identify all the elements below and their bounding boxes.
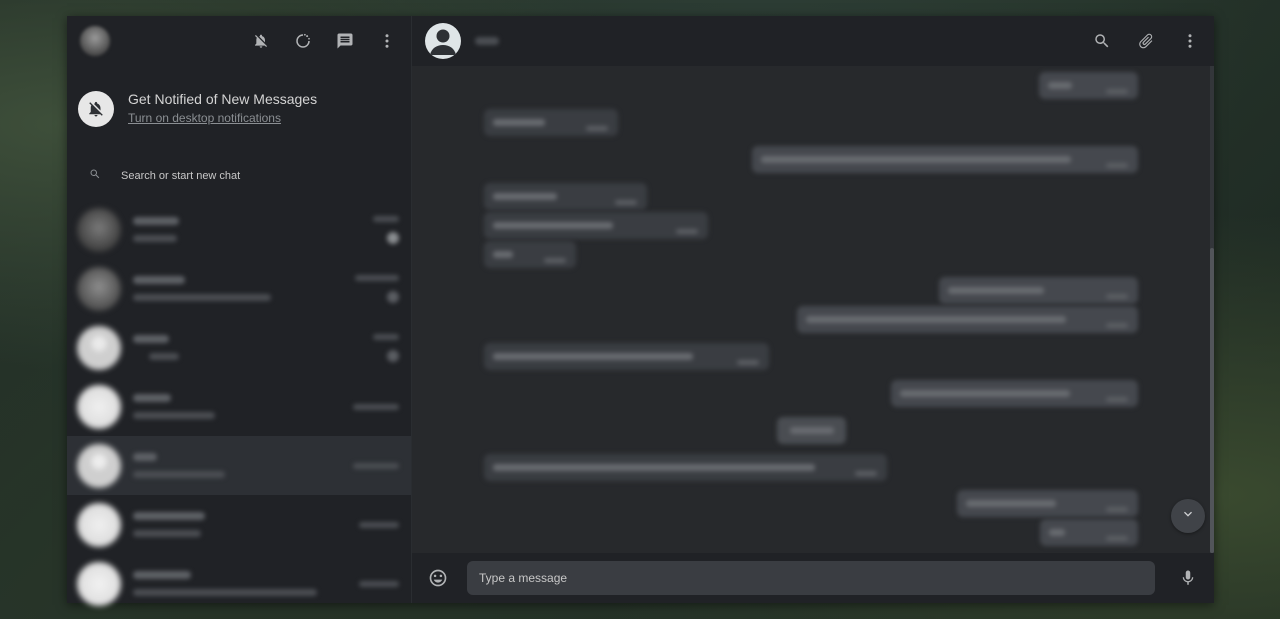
messenger-window: Get Notified of New Messages Turn on des…	[67, 16, 1214, 606]
message-bubble	[957, 490, 1138, 517]
list-item[interactable]	[67, 436, 411, 495]
search-input[interactable]	[119, 169, 383, 183]
message-bubble	[752, 146, 1138, 173]
microphone-icon[interactable]	[1177, 567, 1199, 589]
message-bubble	[1040, 519, 1138, 546]
message-bubble	[484, 241, 576, 268]
status-icon[interactable]	[292, 30, 314, 52]
menu-icon[interactable]	[376, 30, 398, 52]
message-bubble	[484, 454, 887, 481]
list-item[interactable]	[67, 259, 411, 318]
message-composer	[412, 553, 1214, 603]
message-bubble	[484, 212, 708, 239]
list-item[interactable]	[67, 495, 411, 554]
chat-list	[67, 200, 411, 613]
scroll-down-button[interactable]	[1171, 499, 1205, 533]
message-list	[412, 66, 1214, 553]
sidebar: Get Notified of New Messages Turn on des…	[67, 16, 412, 606]
avatar	[77, 443, 121, 488]
contact-avatar[interactable]	[425, 23, 461, 59]
message-bubble	[797, 306, 1138, 333]
avatar	[77, 384, 121, 429]
message-bubble	[484, 183, 647, 210]
attach-icon[interactable]	[1135, 30, 1157, 52]
avatar	[77, 561, 121, 606]
conversation-panel	[412, 16, 1214, 603]
avatar	[77, 325, 121, 370]
bell-off-icon	[78, 91, 114, 127]
new-chat-icon[interactable]	[334, 30, 356, 52]
message-bubble	[939, 277, 1138, 304]
search-icon	[89, 167, 101, 185]
list-item[interactable]	[67, 200, 411, 259]
enable-notifications-link[interactable]: Turn on desktop notifications	[128, 111, 281, 125]
list-item[interactable]	[67, 554, 411, 613]
message-bubble	[891, 380, 1138, 407]
date-divider	[777, 417, 846, 444]
menu-icon[interactable]	[1179, 30, 1201, 52]
message-bubble	[484, 109, 618, 136]
list-item[interactable]	[67, 318, 411, 377]
avatar	[77, 266, 121, 311]
search-icon[interactable]	[1091, 30, 1113, 52]
avatar	[77, 502, 121, 547]
sidebar-header	[67, 16, 411, 66]
list-item[interactable]	[67, 377, 411, 436]
scrollbar[interactable]	[1210, 66, 1214, 553]
avatar	[77, 207, 121, 252]
emoji-icon[interactable]	[427, 567, 449, 589]
chevron-down-icon	[1180, 506, 1196, 527]
contact-name[interactable]	[475, 37, 499, 45]
user-avatar[interactable]	[80, 26, 110, 56]
message-input[interactable]	[467, 561, 1155, 595]
conversation-header	[412, 16, 1214, 66]
notification-title: Get Notified of New Messages	[128, 91, 318, 107]
message-bubble	[1039, 72, 1138, 99]
message-bubble	[484, 343, 769, 370]
notification-banner: Get Notified of New Messages Turn on des…	[67, 66, 411, 152]
bell-off-icon[interactable]	[250, 30, 272, 52]
search-bar	[67, 152, 411, 200]
sidebar-toolbar	[250, 30, 398, 52]
